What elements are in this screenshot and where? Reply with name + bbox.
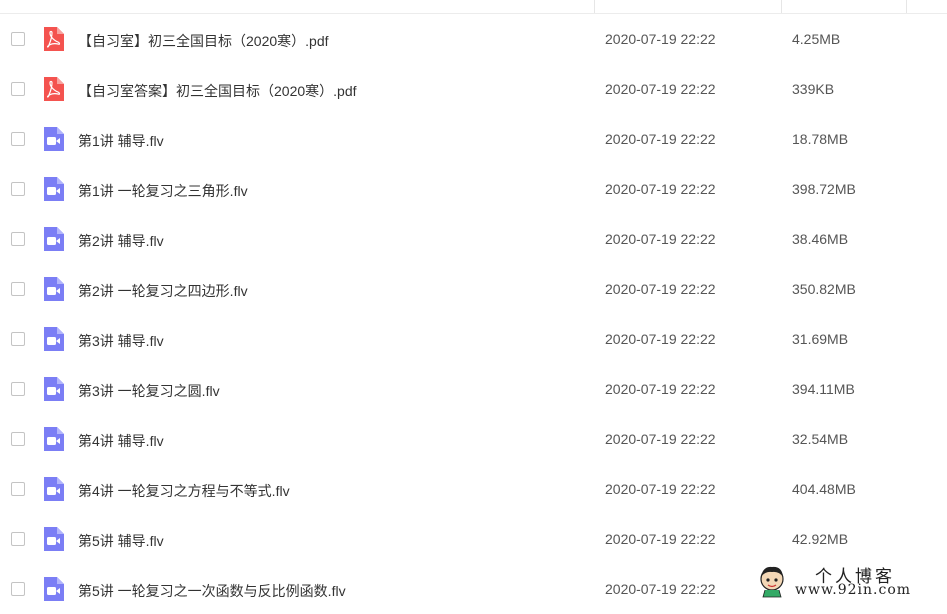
row-checkbox[interactable] [11,532,25,546]
row-checkbox[interactable] [11,582,25,596]
video-file-icon [42,127,64,151]
file-row[interactable]: 第4讲 辅导.flv 2020-07-19 22:22 32.54MB [0,414,947,464]
file-row[interactable]: 第1讲 一轮复习之三角形.flv 2020-07-19 22:22 398.72MB [0,164,947,214]
file-name[interactable]: 第3讲 辅导.flv [78,331,164,351]
file-name[interactable]: 第1讲 一轮复习之三角形.flv [78,181,248,201]
file-size: 4.25MB [792,31,841,47]
video-file-icon [42,327,64,351]
file-modified-date: 2020-07-19 22:22 [605,281,716,297]
pdf-file-icon [42,77,64,101]
row-checkbox[interactable] [11,382,25,396]
file-row[interactable]: 第2讲 辅导.flv 2020-07-19 22:22 38.46MB [0,214,947,264]
file-modified-date: 2020-07-19 22:22 [605,381,716,397]
file-modified-date: 2020-07-19 22:22 [605,531,716,547]
video-file-icon [42,477,64,501]
row-checkbox[interactable] [11,82,25,96]
watermark: 个人博客 www.92in.com [755,562,947,602]
file-row[interactable]: 【自习室】初三全国目标（2020寒）.pdf 2020-07-19 22:22 4.… [0,14,947,64]
file-name[interactable]: 第4讲 辅导.flv [78,431,164,451]
file-row[interactable]: 【自习室答案】初三全国目标（2020寒）.pdf 2020-07-19 22:22… [0,64,947,114]
file-name[interactable]: 第2讲 辅导.flv [78,231,164,251]
file-name[interactable]: 第2讲 一轮复习之四边形.flv [78,281,248,301]
video-file-icon [42,227,64,251]
video-file-icon [42,427,64,451]
row-checkbox[interactable] [11,282,25,296]
file-row[interactable]: 第1讲 辅导.flv 2020-07-19 22:22 18.78MB [0,114,947,164]
file-modified-date: 2020-07-19 22:22 [605,431,716,447]
file-name[interactable]: 第3讲 一轮复习之圆.flv [78,381,220,401]
row-checkbox[interactable] [11,332,25,346]
row-checkbox[interactable] [11,232,25,246]
row-checkbox[interactable] [11,482,25,496]
file-size: 398.72MB [792,181,856,197]
pdf-file-icon [42,27,64,51]
file-name[interactable]: 第5讲 辅导.flv [78,531,164,551]
row-checkbox[interactable] [11,432,25,446]
column-divider[interactable] [781,0,782,13]
file-size: 42.92MB [792,531,849,547]
file-size: 31.69MB [792,331,849,347]
file-name[interactable]: 第4讲 一轮复习之方程与不等式.flv [78,481,290,501]
column-divider[interactable] [906,0,907,13]
row-checkbox[interactable] [11,32,25,46]
video-file-icon [42,277,64,301]
file-size: 394.11MB [792,381,855,397]
file-modified-date: 2020-07-19 22:22 [605,331,716,347]
cartoon-face-icon [760,566,784,598]
file-modified-date: 2020-07-19 22:22 [605,231,716,247]
file-modified-date: 2020-07-19 22:22 [605,181,716,197]
file-row[interactable]: 第2讲 一轮复习之四边形.flv 2020-07-19 22:22 350.82MB [0,264,947,314]
file-size: 339KB [792,81,835,97]
file-size: 350.82MB [792,281,856,297]
file-name[interactable]: 【自习室】初三全国目标（2020寒）.pdf [78,31,329,51]
row-checkbox[interactable] [11,182,25,196]
file-name[interactable]: 第1讲 辅导.flv [78,131,164,151]
file-row[interactable]: 第4讲 一轮复习之方程与不等式.flv 2020-07-19 22:22 404.4… [0,464,947,514]
video-file-icon [42,577,64,601]
file-modified-date: 2020-07-19 22:22 [605,31,716,47]
file-size: 32.54MB [792,431,849,447]
file-row[interactable]: 第3讲 一轮复习之圆.flv 2020-07-19 22:22 394.11MB [0,364,947,414]
file-size: 404.48MB [792,481,856,497]
file-row[interactable]: 第3讲 辅导.flv 2020-07-19 22:22 31.69MB [0,314,947,364]
file-modified-date: 2020-07-19 22:22 [605,81,716,97]
video-file-icon [42,377,64,401]
column-divider[interactable] [594,0,595,13]
file-size: 38.46MB [792,231,849,247]
video-file-icon [42,177,64,201]
file-name[interactable]: 【自习室答案】初三全国目标（2020寒）.pdf [78,81,357,101]
file-list-header [0,0,947,14]
file-size: 18.78MB [792,131,849,147]
file-modified-date: 2020-07-19 22:22 [605,581,716,597]
row-checkbox[interactable] [11,132,25,146]
file-row[interactable]: 第5讲 辅导.flv 2020-07-19 22:22 42.92MB [0,514,947,564]
file-modified-date: 2020-07-19 22:22 [605,131,716,147]
file-modified-date: 2020-07-19 22:22 [605,481,716,497]
file-name[interactable]: 第5讲 一轮复习之一次函数与反比例函数.flv [78,581,346,601]
watermark-url: www.92in.com [795,582,912,598]
video-file-icon [42,527,64,551]
